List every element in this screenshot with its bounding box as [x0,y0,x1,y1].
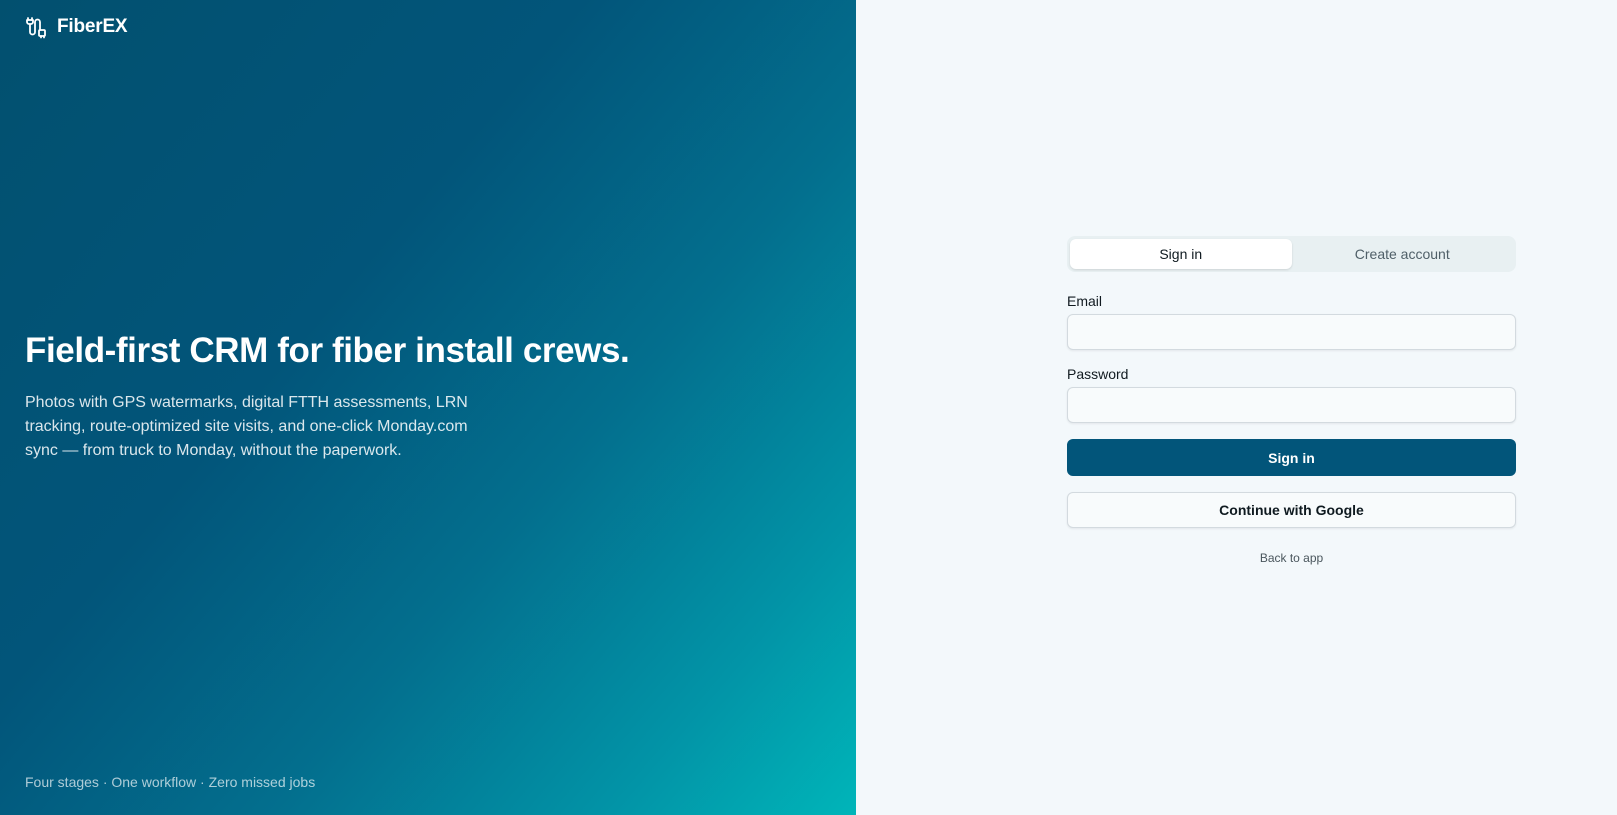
tab-sign-in[interactable]: Sign in [1070,239,1292,269]
continue-with-google-button[interactable]: Continue with Google [1067,492,1516,528]
back-to-app-link[interactable]: Back to app [1067,551,1516,565]
tab-create-account[interactable]: Create account [1292,239,1514,269]
auth-panel: Sign in Create account Email Password Si… [856,0,1617,815]
email-input[interactable] [1067,314,1516,350]
brand-logo[interactable]: FiberEX [25,15,128,39]
page: FiberEX Field-first CRM for fiber instal… [0,0,1617,815]
hero-description: Photos with GPS watermarks, digital FTTH… [25,394,468,459]
hero-panel: FiberEX Field-first CRM for fiber instal… [0,0,856,815]
password-field-group: Password [1067,366,1516,423]
auth-form: Sign in Create account Email Password Si… [1067,236,1516,565]
auth-tabs: Sign in Create account [1067,236,1516,272]
hero-text: Field-first CRM for fiber install crews.… [25,328,630,463]
hero-title: Field-first CRM for fiber install crews. [25,331,630,370]
email-field-group: Email [1067,293,1516,350]
password-label: Password [1067,366,1129,382]
password-input[interactable] [1067,387,1516,423]
sign-in-button[interactable]: Sign in [1067,439,1516,476]
hero-footer-tagline: Four stages · One workflow · Zero missed… [25,774,316,790]
email-label: Email [1067,293,1103,309]
cable-plug-icon [26,17,46,39]
brand-name: FiberEX [57,16,128,37]
